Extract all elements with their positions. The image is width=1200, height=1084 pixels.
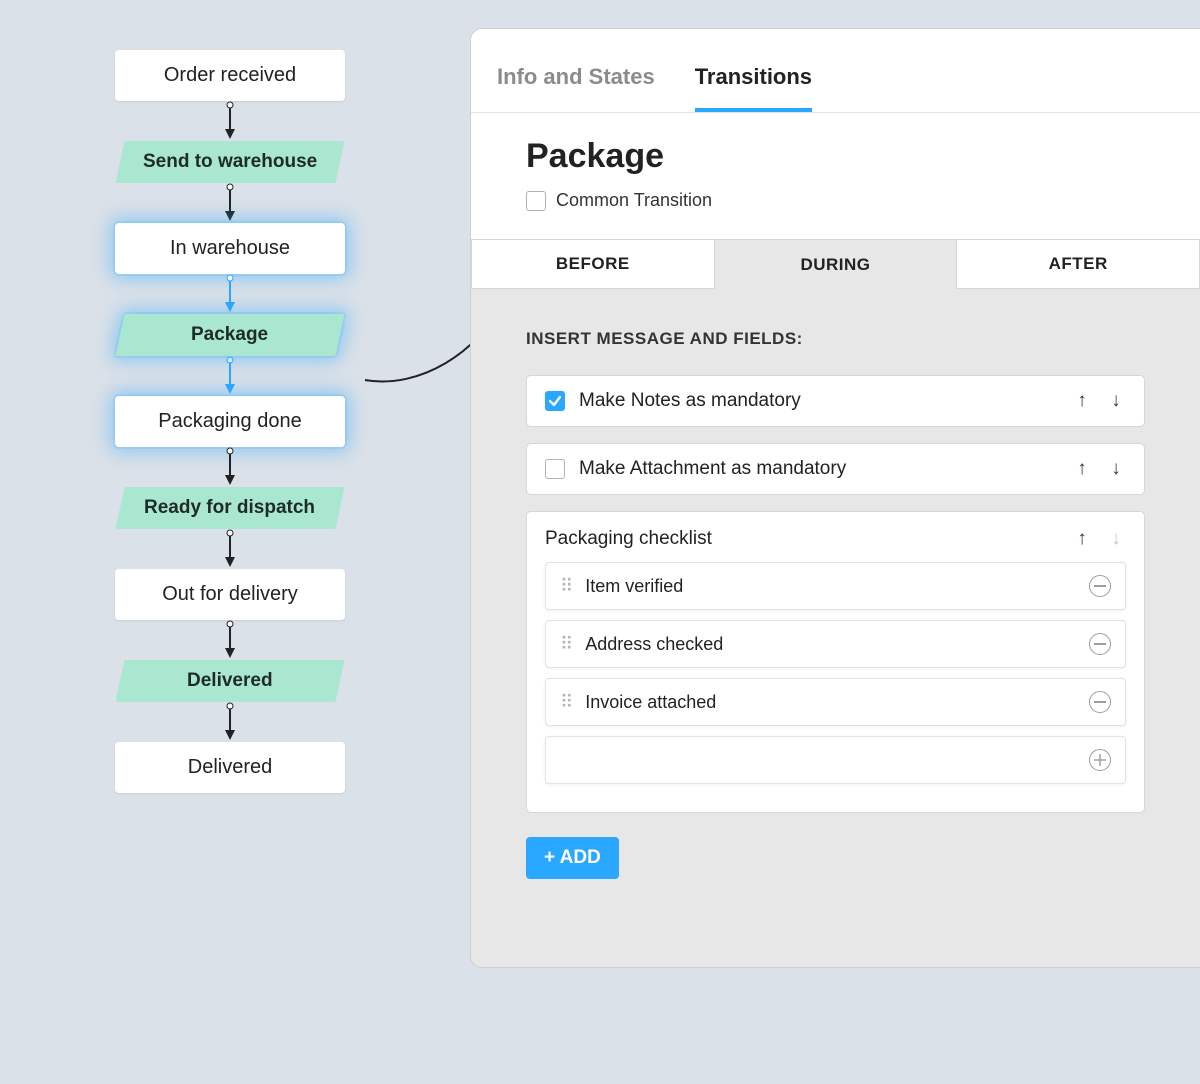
drag-handle-icon[interactable]: ⠿ bbox=[560, 634, 573, 655]
checkbox-icon[interactable] bbox=[526, 191, 546, 211]
group-title: Packaging checklist bbox=[545, 528, 1072, 550]
checklist-item-label: Invoice attached bbox=[585, 692, 1089, 713]
checklist-item-label: Address checked bbox=[585, 634, 1089, 655]
phase-tabs: BEFORE DURING AFTER bbox=[471, 239, 1200, 289]
field-make-notes-mandatory[interactable]: Make Notes as mandatory ↑ ↓ bbox=[526, 375, 1145, 427]
remove-icon[interactable] bbox=[1089, 633, 1111, 655]
checkbox-icon[interactable] bbox=[545, 459, 565, 479]
move-down-icon[interactable]: ↓ bbox=[1106, 459, 1126, 479]
phase-during[interactable]: DURING bbox=[715, 240, 957, 289]
drag-handle-icon[interactable]: ⠿ bbox=[560, 576, 573, 597]
move-down-icon[interactable]: ↓ bbox=[1106, 391, 1126, 411]
move-up-icon[interactable]: ↑ bbox=[1072, 529, 1092, 549]
phase-before[interactable]: BEFORE bbox=[471, 240, 715, 289]
transition-editor-panel: Info and States Transitions Package Comm… bbox=[470, 28, 1200, 968]
remove-icon[interactable] bbox=[1089, 691, 1111, 713]
checklist-item[interactable]: ⠿ Item verified bbox=[545, 562, 1126, 610]
checklist-item-add[interactable] bbox=[545, 736, 1126, 784]
remove-icon[interactable] bbox=[1089, 575, 1111, 597]
phase-after[interactable]: AFTER bbox=[956, 240, 1200, 289]
transition-send-to-warehouse[interactable]: Send to warehouse bbox=[116, 141, 345, 183]
tab-transitions[interactable]: Transitions bbox=[695, 64, 812, 112]
field-make-attachment-mandatory[interactable]: Make Attachment as mandatory ↑ ↓ bbox=[526, 443, 1145, 495]
checklist-group: Packaging checklist ↑ ↓ ⠿ Item verified … bbox=[526, 511, 1145, 813]
flow-arrow-icon bbox=[210, 447, 250, 487]
section-label: INSERT MESSAGE AND FIELDS: bbox=[526, 329, 1145, 349]
flow-arrow-icon bbox=[210, 702, 250, 742]
move-down-icon[interactable]: ↓ bbox=[1106, 529, 1126, 549]
state-in-warehouse[interactable]: In warehouse bbox=[115, 223, 345, 274]
flow-arrow-icon bbox=[210, 529, 250, 569]
checklist-item[interactable]: ⠿ Invoice attached bbox=[545, 678, 1126, 726]
flow-arrow-icon bbox=[210, 356, 250, 396]
field-label: Make Notes as mandatory bbox=[579, 390, 1072, 412]
page-title: Package bbox=[526, 137, 1160, 176]
common-transition-option[interactable]: Common Transition bbox=[526, 190, 1160, 211]
state-packaging-done[interactable]: Packaging done bbox=[115, 396, 345, 447]
top-tabs: Info and States Transitions bbox=[471, 29, 1200, 113]
state-order-received[interactable]: Order received bbox=[115, 50, 345, 101]
state-out-for-delivery[interactable]: Out for delivery bbox=[115, 569, 345, 620]
checklist-item[interactable]: ⠿ Address checked bbox=[545, 620, 1126, 668]
flow-arrow-icon bbox=[210, 183, 250, 223]
add-button[interactable]: + ADD bbox=[526, 837, 619, 879]
checkbox-icon[interactable] bbox=[545, 391, 565, 411]
transition-delivered[interactable]: Delivered bbox=[116, 660, 345, 702]
drag-handle-icon[interactable]: ⠿ bbox=[560, 692, 573, 713]
transition-ready-for-dispatch[interactable]: Ready for dispatch bbox=[116, 487, 345, 529]
panel-body: INSERT MESSAGE AND FIELDS: Make Notes as… bbox=[471, 289, 1200, 909]
panel-header: Package Common Transition bbox=[471, 113, 1200, 239]
flow-arrow-icon bbox=[210, 101, 250, 141]
common-transition-label: Common Transition bbox=[556, 190, 712, 211]
plus-icon[interactable] bbox=[1089, 749, 1111, 771]
checklist-item-label: Item verified bbox=[585, 576, 1089, 597]
workflow-diagram: Order received Send to warehouse In ware… bbox=[100, 50, 360, 793]
tab-info-states[interactable]: Info and States bbox=[497, 64, 655, 112]
state-delivered[interactable]: Delivered bbox=[115, 742, 345, 793]
field-label: Make Attachment as mandatory bbox=[579, 458, 1072, 480]
move-up-icon[interactable]: ↑ bbox=[1072, 459, 1092, 479]
transition-package[interactable]: Package bbox=[116, 314, 345, 356]
move-up-icon[interactable]: ↑ bbox=[1072, 391, 1092, 411]
flow-arrow-icon bbox=[210, 620, 250, 660]
flow-arrow-icon bbox=[210, 274, 250, 314]
